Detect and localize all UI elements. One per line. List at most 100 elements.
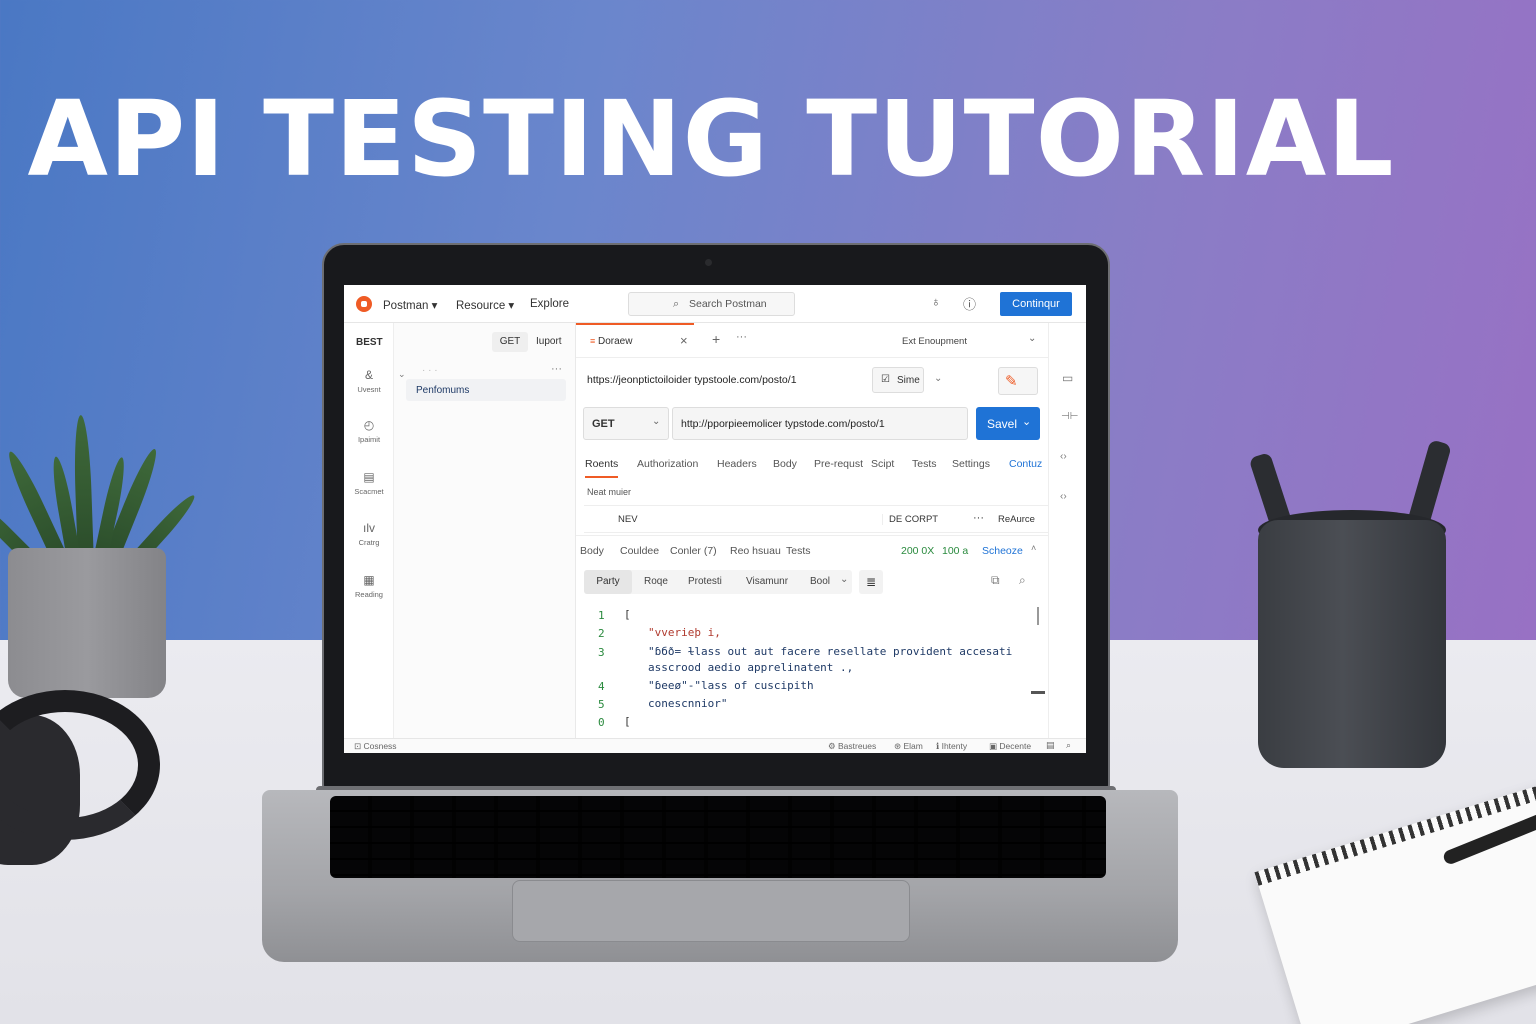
edit-icon: ☑ xyxy=(881,374,890,385)
response-time: 100 a xyxy=(942,545,969,557)
params-header-row: NEV DE CORPT ··· ReAurce xyxy=(584,505,1048,533)
postman-logo-icon[interactable] xyxy=(356,296,372,312)
sidebar-item-uvesnt[interactable]: & Uvesnt xyxy=(344,368,394,394)
response-tab-tests[interactable]: Tests xyxy=(786,545,811,557)
tab-authorization[interactable]: Authorization xyxy=(637,458,698,470)
view-preview[interactable]: Protesti xyxy=(688,576,722,587)
chevron-down-icon[interactable]: ⌄ xyxy=(840,574,848,585)
response-tab-body[interactable]: Body xyxy=(580,545,604,557)
explore-link[interactable]: Explore xyxy=(530,298,569,310)
headline: API TESTING TUTORIAL xyxy=(27,78,1395,200)
tab-prerequest[interactable]: Pre-requst xyxy=(814,458,863,470)
scroll-marker xyxy=(1031,691,1045,694)
search-icon[interactable]: ⌕ xyxy=(1066,740,1071,751)
code-icon[interactable]: ‹› xyxy=(1060,451,1067,462)
layout-icon[interactable]: ▤ xyxy=(1046,740,1055,751)
webcam xyxy=(705,259,712,266)
tab-settings[interactable]: Settings xyxy=(952,458,990,470)
tab-script[interactable]: Scipt xyxy=(871,458,894,470)
status-bar: ⊡ Cosness ⚙ Bastreues ⊛ Elam ℹ Ihtenty ▣… xyxy=(344,738,1086,753)
keyboard xyxy=(330,796,1106,878)
tab-headers[interactable]: Headers xyxy=(717,458,757,470)
identity-link[interactable]: ℹ Ihtenty xyxy=(936,741,967,752)
sidebar-item-cratrg[interactable]: ılv Cratrg xyxy=(344,521,394,547)
save-small-button[interactable]: ☑ Sime xyxy=(872,367,924,393)
scrollbar-thumb[interactable] xyxy=(1037,607,1039,625)
copy-icon[interactable]: ⧉ xyxy=(991,573,1000,588)
tab-params[interactable]: Roents xyxy=(585,458,619,478)
description-column: DE CORPT xyxy=(882,514,938,525)
postman-window: Postman ▾ Resource ▾ Explore ⌕ Search Po… xyxy=(344,285,1086,753)
bootcamp-link[interactable]: ⚙ Bastreues xyxy=(828,741,876,752)
close-icon[interactable]: × xyxy=(680,333,688,348)
satellite-icon[interactable]: ♁ xyxy=(931,294,941,309)
right-rail: ▭ ⊣⊢ ‹› ‹› xyxy=(1048,323,1086,738)
save-response-link[interactable]: Scheoze xyxy=(982,545,1023,557)
params-heading: Neat muier xyxy=(587,487,632,497)
tab-body[interactable]: Body xyxy=(773,458,797,470)
search-icon: ⌕ xyxy=(673,298,680,310)
grid-icon: ▤ xyxy=(363,470,375,484)
trash-link[interactable]: ▣ Decente xyxy=(989,741,1031,752)
runner-link[interactable]: ⊛ Elam xyxy=(894,741,923,752)
search-icon[interactable]: ⌕ xyxy=(1019,573,1026,588)
sidebar-item-scacmet[interactable]: ▤ Scacmet xyxy=(344,470,394,496)
code-snippet-icon[interactable]: ‹› xyxy=(1060,491,1067,502)
request-tab[interactable]: ≡ Doraew × xyxy=(576,323,694,357)
collection-item[interactable]: Penfomums xyxy=(406,379,566,401)
tab-cookies[interactable]: Contuz xyxy=(1009,458,1042,470)
response-tab-headers[interactable]: Conler (7) xyxy=(670,545,717,557)
chevron-down-icon: ⌄ xyxy=(1022,416,1032,428)
response-tab-cookies[interactable]: Couldee xyxy=(620,545,659,557)
bulk-edit-link[interactable]: ReAurce xyxy=(998,514,1035,525)
sidebar-item-ipaimit[interactable]: ◴ Ipaimit xyxy=(344,418,394,444)
send-button[interactable]: Savel ⌄ xyxy=(976,407,1040,440)
pencil-icon: ✎ xyxy=(1005,373,1018,390)
console-link[interactable]: ⊡ Cosness xyxy=(354,741,397,752)
sidebar-item-reading[interactable]: ▦ Reading xyxy=(344,573,394,599)
link-icon: & xyxy=(364,368,373,382)
more-icon[interactable]: ··· xyxy=(551,363,562,375)
import-button[interactable]: Iuport xyxy=(536,332,570,352)
calendar-icon: ▦ xyxy=(363,573,375,587)
split-icon[interactable]: ⊣⊢ xyxy=(1061,411,1078,422)
response-view-toggle: Party Roqe Protesti Visamunr Bool ⌄ xyxy=(584,570,852,594)
document-icon[interactable]: ▭ xyxy=(1062,371,1073,385)
chevron-down-icon[interactable]: ⌄ xyxy=(1028,333,1036,344)
continue-button[interactable]: Continqur xyxy=(1000,292,1072,316)
history-icon: ◴ xyxy=(363,418,375,432)
new-tab-icon[interactable]: + xyxy=(712,331,720,347)
more-tabs-icon[interactable]: ··· xyxy=(736,331,747,343)
flow-icon: ılv xyxy=(363,521,375,535)
ellipsis-placeholder: · · · xyxy=(422,365,438,376)
chevron-up-icon[interactable]: ˄ xyxy=(1031,543,1036,553)
method-select[interactable]: GET ⌄ xyxy=(583,407,669,440)
request-doc-icon: ≡ xyxy=(590,336,596,346)
environment-select[interactable]: Ext Enoupment xyxy=(902,336,967,347)
view-raw[interactable]: Roqe xyxy=(644,576,668,587)
pencil-button[interactable]: ✎ xyxy=(998,367,1038,395)
info-icon[interactable]: ⓘ xyxy=(963,294,976,313)
collections-panel: BEST GET Iuport ⌄ · · · ··· Penfomums xyxy=(356,323,576,738)
chevron-down-icon[interactable]: ⌄ xyxy=(398,369,406,380)
response-body-code[interactable]: 1 [ 2 "vverieþ i, 3 "ɓбð= ɫlass out aut … xyxy=(576,608,1046,737)
get-button[interactable]: GET xyxy=(492,332,528,352)
more-icon[interactable]: ··· xyxy=(973,512,984,524)
view-pretty[interactable]: Party xyxy=(584,570,632,594)
response-tab-results[interactable]: Reo hsuau xyxy=(730,545,781,557)
collections-title: BEST xyxy=(356,337,383,348)
workspace-menu[interactable]: Postman ▾ xyxy=(383,298,437,312)
tab-tests[interactable]: Tests xyxy=(912,458,937,470)
key-column: NEV xyxy=(618,514,638,525)
icon-sidebar: & Uvesnt ◴ Ipaimit ▤ Scacmet ılv Cratrg … xyxy=(344,323,394,738)
trackpad xyxy=(512,880,910,942)
view-visualize[interactable]: Visamunr xyxy=(746,576,788,587)
wrap-lines-icon[interactable]: ≣ xyxy=(859,570,883,594)
chevron-down-icon[interactable]: ⌄ xyxy=(934,373,942,384)
url-preview: https://jeonptictoiloider typstoole.com/… xyxy=(587,374,797,386)
format-select[interactable]: Bool xyxy=(810,576,830,587)
search-input[interactable]: ⌕ Search Postman xyxy=(628,292,795,316)
url-input[interactable]: http://pporpieemolicer typstode.com/post… xyxy=(672,407,968,440)
chevron-down-icon: ⌄ xyxy=(652,416,661,427)
resource-menu[interactable]: Resource ▾ xyxy=(456,298,514,312)
